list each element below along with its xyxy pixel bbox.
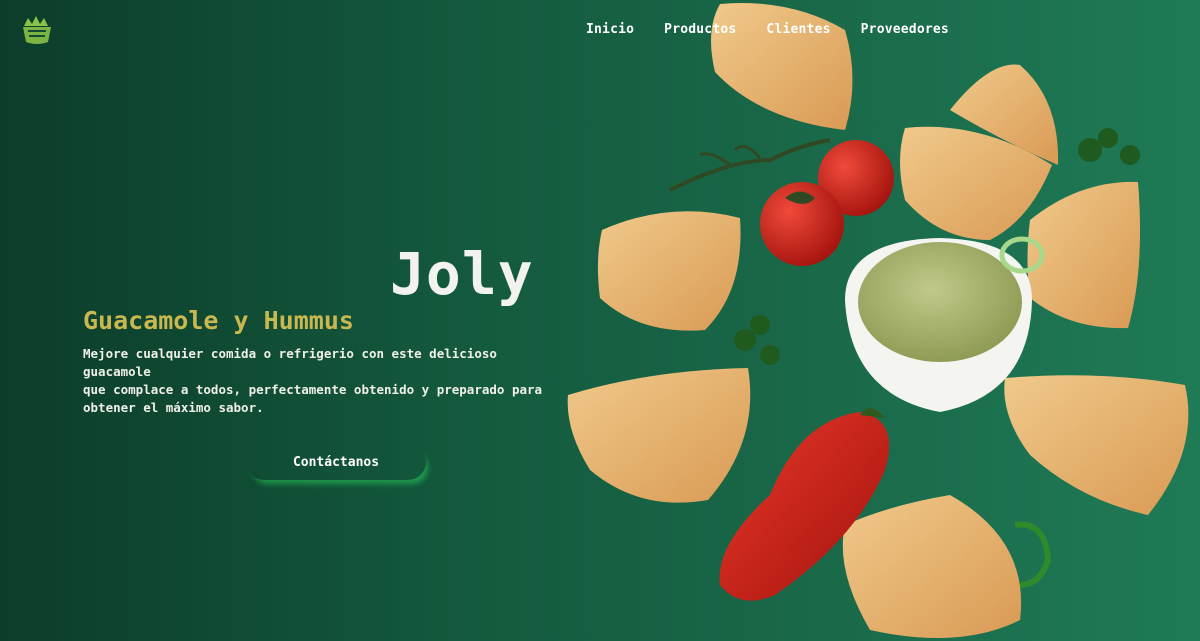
nav-productos[interactable]: Productos: [664, 22, 736, 37]
description-line: que complace a todos, perfectamente obte…: [83, 382, 543, 397]
hero-description: Mejore cualquier comida o refrigerio con…: [83, 345, 563, 417]
description-line: Mejore cualquier comida o refrigerio con…: [83, 346, 497, 379]
tortilla-chip: [567, 368, 751, 503]
nav-proveedores[interactable]: Proveedores: [861, 22, 949, 37]
nav-inicio[interactable]: Inicio: [586, 22, 634, 37]
hero-food-image: [567, 3, 1189, 638]
tortilla-chip: [597, 211, 741, 331]
nav-clientes[interactable]: Clientes: [766, 22, 830, 37]
contact-button[interactable]: Contáctanos: [246, 444, 426, 480]
hero-subtitle: Guacamole y Hummus: [83, 306, 354, 335]
tortilla-chip: [842, 495, 1022, 638]
logo-icon[interactable]: [20, 12, 54, 46]
tortilla-chip: [1004, 375, 1189, 515]
description-line: obtener el máximo sabor.: [83, 400, 264, 415]
main-nav: Inicio Productos Clientes Proveedores: [586, 22, 949, 37]
brand-title: Joly: [390, 240, 534, 308]
